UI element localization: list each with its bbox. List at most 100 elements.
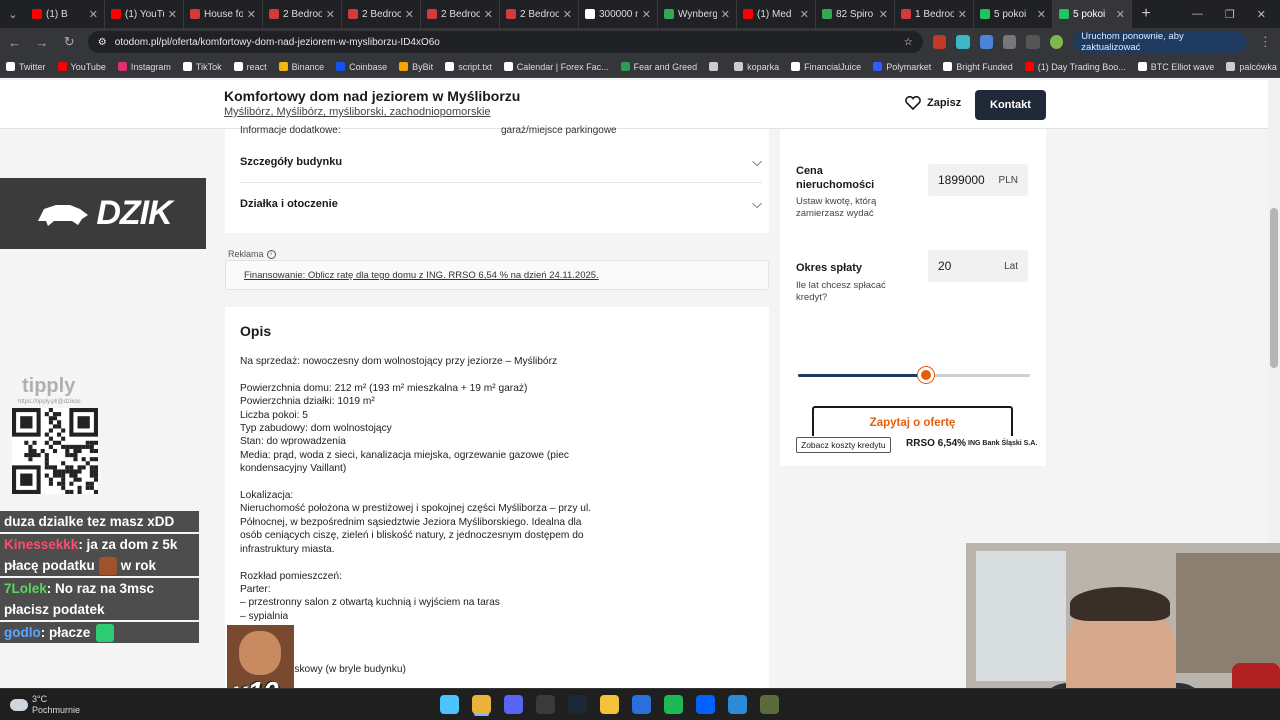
- bookmark-item[interactable]: BTC Elliot wave: [1137, 62, 1214, 72]
- tab-close-icon[interactable]: ✕: [484, 8, 493, 21]
- browser-tab[interactable]: (1) YouTu ✕: [105, 0, 184, 28]
- tab-close-icon[interactable]: ✕: [563, 8, 572, 21]
- bookmark-item[interactable]: script.txt: [445, 62, 492, 72]
- bookmark-item[interactable]: FinancialJuice: [791, 62, 861, 72]
- tab-close-icon[interactable]: ✕: [879, 8, 888, 21]
- bookmark-item[interactable]: Twitter: [6, 62, 46, 72]
- tab-close-icon[interactable]: ✕: [642, 8, 651, 21]
- contact-button[interactable]: Kontakt: [975, 90, 1046, 120]
- browser-tab[interactable]: 2 Bedroo ✕: [342, 0, 421, 28]
- tab-close-icon[interactable]: ✕: [326, 8, 335, 21]
- bookmark-item[interactable]: Calendar | Forex Fac...: [503, 62, 609, 72]
- bookmark-item[interactable]: ByBit: [399, 62, 433, 72]
- accordion-building-details[interactable]: Szczegóły budynku ⌵: [240, 142, 762, 183]
- tab-close-icon[interactable]: ✕: [721, 8, 730, 21]
- windows-start-icon[interactable]: [440, 695, 459, 714]
- browser-tab[interactable]: 82 Spiro ✕: [816, 0, 895, 28]
- bookmark-item[interactable]: Fear and Greed: [620, 62, 697, 72]
- bookmark-star-icon[interactable]: ☆: [904, 37, 913, 48]
- browser-tab[interactable]: 1 Bedroo ✕: [895, 0, 974, 28]
- url-text[interactable]: otodom.pl/pl/oferta/komfortowy-dom-nad-j…: [115, 37, 896, 48]
- tab-close-icon[interactable]: ✕: [1037, 8, 1046, 21]
- price-input[interactable]: 1899000 PLN: [928, 164, 1028, 196]
- tab-close-icon[interactable]: ✕: [247, 8, 256, 21]
- bank-name: ING Bank Śląski S.A.: [968, 440, 1038, 447]
- new-tab-button[interactable]: +: [1132, 5, 1160, 23]
- obs-icon[interactable]: [536, 695, 555, 714]
- browser-tab[interactable]: 5 pokoi ✕: [1053, 0, 1132, 28]
- bookmark-item[interactable]: koparka: [734, 62, 779, 72]
- maximize-icon[interactable]: ❐: [1225, 8, 1235, 21]
- address-bar[interactable]: ⚙ otodom.pl/pl/oferta/komfortowy-dom-nad…: [87, 31, 923, 53]
- bookmark-item[interactable]: palcówka: [1226, 62, 1277, 72]
- browser-tab[interactable]: (1) B ✕: [26, 0, 105, 28]
- tab-close-icon[interactable]: ✕: [800, 8, 809, 21]
- browser-tab[interactable]: (1) Med ✕: [737, 0, 816, 28]
- info-icon[interactable]: i: [266, 249, 276, 259]
- media-icon[interactable]: [1026, 35, 1040, 49]
- term-slider[interactable]: [798, 367, 1030, 383]
- bookmark-item[interactable]: TikTok: [182, 62, 222, 72]
- menu-kebab-icon[interactable]: ⋮: [1257, 34, 1274, 50]
- chat-username[interactable]: Kinessekkk: [4, 537, 78, 552]
- taskbar-apps: [440, 695, 779, 714]
- tab-close-icon[interactable]: ✕: [1116, 8, 1125, 21]
- listing-location-link[interactable]: Myślibórz, Myślibórz, myśliborski, zacho…: [224, 106, 491, 118]
- reload-icon[interactable]: ↻: [61, 34, 78, 50]
- bookmark-item[interactable]: Instagram: [117, 62, 171, 72]
- extensions-puzzle-icon[interactable]: [1003, 35, 1017, 49]
- extension-icon[interactable]: [932, 35, 947, 49]
- bookmark-item[interactable]: react: [233, 62, 267, 72]
- weather-widget[interactable]: 3°C Pochmurnie: [10, 694, 80, 716]
- site-info-icon[interactable]: ⚙: [98, 37, 107, 48]
- ccleaner-icon[interactable]: [632, 695, 651, 714]
- term-input[interactable]: 20 Lat: [928, 250, 1028, 282]
- bookmark-item[interactable]: [709, 62, 722, 71]
- financing-ad-link[interactable]: Finansowanie: Oblicz ratę dla tego domu …: [244, 270, 599, 281]
- forward-icon[interactable]: →: [33, 35, 50, 50]
- extension-icon[interactable]: [979, 35, 994, 49]
- discord-icon[interactable]: [504, 695, 523, 714]
- browser-tab[interactable]: Wynberg ✕: [658, 0, 737, 28]
- chat-username[interactable]: godlo: [4, 625, 41, 640]
- update-button[interactable]: Uruchom ponownie, aby zaktualizować: [1073, 31, 1247, 53]
- scrollbar-thumb[interactable]: [1270, 208, 1278, 368]
- minimize-icon[interactable]: —: [1192, 8, 1203, 21]
- bookmark-item[interactable]: YouTube: [57, 62, 106, 72]
- inquiry-button[interactable]: Zapytaj o ofertę: [812, 406, 1013, 440]
- tab-close-icon[interactable]: ✕: [958, 8, 967, 21]
- bookmark-item[interactable]: Binance: [278, 62, 324, 72]
- extension-icon[interactable]: [956, 35, 970, 49]
- chat-username[interactable]: 7Lolek: [4, 581, 47, 596]
- bookmark-item[interactable]: Polymarket: [873, 62, 931, 72]
- bookmark-item[interactable]: Bright Funded: [943, 62, 1013, 72]
- dropbox-icon[interactable]: [696, 695, 715, 714]
- browser-tab[interactable]: 2 Bedroo ✕: [263, 0, 342, 28]
- close-window-icon[interactable]: ✕: [1257, 8, 1266, 21]
- chrome-icon[interactable]: [472, 695, 491, 714]
- file-explorer-icon[interactable]: [600, 695, 619, 714]
- bookmark-item[interactable]: Coinbase: [336, 62, 387, 72]
- steam-icon[interactable]: [568, 695, 587, 714]
- tab-close-icon[interactable]: ✕: [168, 8, 177, 21]
- bookmark-item[interactable]: (1) Day Trading Boo...: [1024, 62, 1126, 72]
- profile-avatar[interactable]: [1049, 35, 1064, 49]
- accordion-plot-surroundings[interactable]: Działka i otoczenie ⌵: [240, 183, 762, 224]
- app-icon[interactable]: [760, 695, 779, 714]
- tab-close-icon[interactable]: ✕: [89, 8, 98, 21]
- browser-tab[interactable]: 2 Bedroo ✕: [500, 0, 579, 28]
- back-icon[interactable]: ←: [6, 35, 23, 50]
- browser-tab[interactable]: 5 pokoi ✕: [974, 0, 1053, 28]
- spotify-icon[interactable]: [664, 695, 683, 714]
- price-value[interactable]: 1899000: [938, 173, 985, 187]
- save-button[interactable]: Zapisz: [905, 96, 961, 110]
- browser-tab[interactable]: 2 Bedroo ✕: [421, 0, 500, 28]
- credit-costs-button[interactable]: Zobacz koszty kredytu: [796, 437, 891, 453]
- term-value[interactable]: 20: [938, 259, 951, 273]
- tab-search-icon[interactable]: ⌄: [0, 0, 26, 28]
- photos-icon[interactable]: [728, 695, 747, 714]
- tab-close-icon[interactable]: ✕: [405, 8, 414, 21]
- browser-tab[interactable]: House fo ✕: [184, 0, 263, 28]
- slider-handle[interactable]: [917, 367, 934, 383]
- browser-tab[interactable]: 300000 n ✕: [579, 0, 658, 28]
